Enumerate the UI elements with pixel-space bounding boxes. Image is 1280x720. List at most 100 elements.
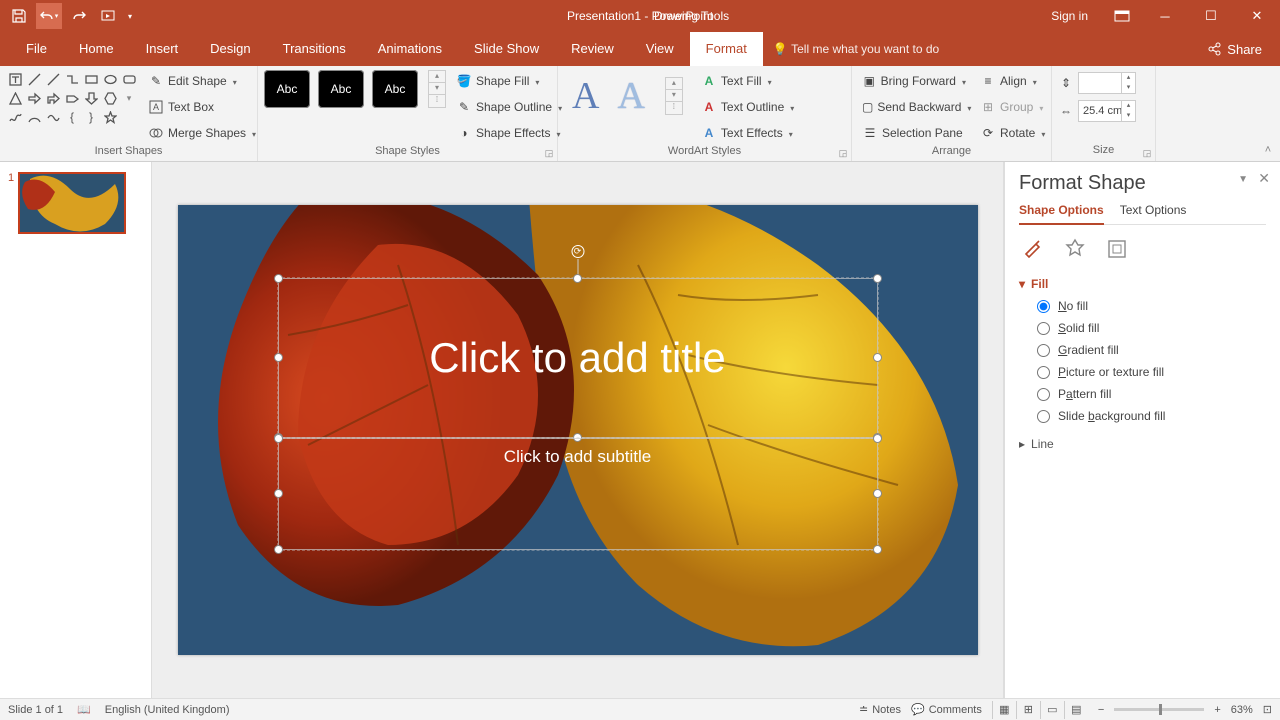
rotation-handle[interactable]: ⟳ — [571, 245, 584, 258]
handle-ml[interactable] — [274, 489, 283, 498]
shape-wave-icon[interactable] — [44, 108, 62, 126]
shape-style-gallery[interactable]: Abc Abc Abc ▴▾⁞ — [264, 70, 446, 108]
wordart-gallery-nav[interactable]: ▴▾⁞ — [665, 77, 683, 115]
tab-review[interactable]: Review — [555, 32, 630, 66]
normal-view-button[interactable]: ▦ — [992, 701, 1016, 719]
picture-fill-option[interactable]: Picture or texture fill — [1037, 365, 1266, 379]
spell-check-icon[interactable]: 📖 — [77, 703, 91, 716]
sign-in-link[interactable]: Sign in — [1051, 9, 1088, 23]
wordart-gallery[interactable]: A A ▴▾⁞ — [564, 70, 691, 122]
wordart-preset-1[interactable]: A — [572, 74, 599, 118]
handle-mr[interactable] — [873, 353, 882, 362]
tab-format[interactable]: Format — [690, 32, 763, 66]
tab-home[interactable]: Home — [63, 32, 130, 66]
reading-view-button[interactable]: ▭ — [1040, 701, 1064, 719]
shape-effects-button[interactable]: ◑Shape Effects — [452, 122, 566, 144]
text-effects-button[interactable]: AText Effects — [697, 122, 798, 144]
width-input[interactable]: 25.4 cm▴▾ — [1078, 100, 1136, 122]
shape-arrow-turn-icon[interactable] — [44, 89, 62, 107]
zoom-in-button[interactable]: + — [1214, 704, 1220, 716]
subtitle-placeholder[interactable]: Click to add subtitle — [278, 438, 878, 550]
shape-styles-launcher[interactable]: ◲ — [543, 147, 555, 159]
pane-options[interactable]: ▼ — [1238, 174, 1248, 185]
fill-section-header[interactable]: ▾ Fill — [1019, 277, 1266, 291]
selection-pane-button[interactable]: ☰Selection Pane — [858, 122, 970, 144]
shape-fill-button[interactable]: 🪣Shape Fill — [452, 70, 566, 92]
handle-bl[interactable] — [274, 545, 283, 554]
text-box-button[interactable]: AText Box — [144, 96, 260, 118]
shape-line-icon[interactable] — [25, 70, 43, 88]
shape-roundrect-icon[interactable] — [120, 70, 138, 88]
handle-tl[interactable] — [274, 274, 283, 283]
height-input[interactable]: ▴▾ — [1078, 72, 1136, 94]
size-launcher[interactable]: ◲ — [1141, 147, 1153, 159]
language-indicator[interactable]: English (United Kingdom) — [105, 704, 230, 716]
shape-brace-left-icon[interactable]: { — [63, 108, 81, 126]
shapes-gallery[interactable]: ▾ { } — [6, 70, 138, 126]
tell-me-search[interactable]: 💡 Tell me what you want to do — [773, 42, 939, 56]
wordart-launcher[interactable]: ◲ — [837, 147, 849, 159]
handle-br[interactable] — [873, 545, 882, 554]
maximize-button[interactable]: ☐ — [1188, 0, 1234, 32]
line-section-header[interactable]: ▸ Line — [1019, 437, 1266, 451]
shape-arc-icon[interactable] — [25, 108, 43, 126]
wordart-preset-2[interactable]: A — [617, 74, 644, 118]
undo-button[interactable]: ▾ — [36, 3, 62, 29]
tab-transitions[interactable]: Transitions — [267, 32, 362, 66]
tab-file[interactable]: File — [10, 32, 63, 66]
tab-insert[interactable]: Insert — [130, 32, 195, 66]
slideshow-view-button[interactable]: ▤ — [1064, 701, 1088, 719]
pane-tab-text-options[interactable]: Text Options — [1120, 203, 1187, 224]
shape-triangle-icon[interactable] — [6, 89, 24, 107]
slide-bg-fill-option[interactable]: Slide background fill — [1037, 409, 1266, 423]
send-backward-button[interactable]: ▢Send Backward — [858, 96, 970, 118]
handle-mr[interactable] — [873, 489, 882, 498]
shape-style-preset-1[interactable]: Abc — [264, 70, 310, 108]
start-from-beginning-button[interactable] — [96, 3, 122, 29]
handle-tl[interactable] — [274, 434, 283, 443]
zoom-level[interactable]: 63% — [1231, 704, 1253, 716]
solid-fill-option[interactable]: Solid fill — [1037, 321, 1266, 335]
collapse-ribbon[interactable]: ˄ — [1260, 142, 1276, 158]
share-button[interactable]: Share — [1195, 32, 1274, 66]
tab-slideshow[interactable]: Slide Show — [458, 32, 555, 66]
shape-arrow-block-icon[interactable] — [63, 89, 81, 107]
save-icon[interactable] — [6, 3, 32, 29]
close-button[interactable]: ✕ — [1234, 0, 1280, 32]
shape-style-gallery-nav[interactable]: ▴▾⁞ — [428, 70, 446, 108]
title-text[interactable]: Click to add title — [429, 334, 725, 382]
bring-forward-button[interactable]: ▣Bring Forward — [858, 70, 970, 92]
shape-textbox-icon[interactable] — [6, 70, 24, 88]
shape-arrow-down-icon[interactable] — [82, 89, 100, 107]
shape-expand-icon[interactable]: ▾ — [120, 89, 138, 107]
rotate-button[interactable]: ⟳Rotate — [976, 122, 1049, 144]
pane-tab-shape-options[interactable]: Shape Options — [1019, 203, 1104, 225]
shape-style-preset-2[interactable]: Abc — [318, 70, 364, 108]
handle-tc[interactable] — [573, 274, 582, 283]
text-outline-button[interactable]: AText Outline — [697, 96, 798, 118]
redo-button[interactable] — [66, 3, 92, 29]
pattern-fill-option[interactable]: Pattern fill — [1037, 387, 1266, 401]
fit-to-window-button[interactable]: ⊡ — [1263, 703, 1272, 716]
group-button[interactable]: ⊞Group — [976, 96, 1049, 118]
tab-animations[interactable]: Animations — [362, 32, 458, 66]
zoom-slider[interactable] — [1114, 708, 1204, 711]
slide-thumbnail-1[interactable]: 1 — [8, 172, 143, 234]
gradient-fill-option[interactable]: Gradient fill — [1037, 343, 1266, 357]
text-fill-button[interactable]: AText Fill — [697, 70, 798, 92]
no-fill-option[interactable]: No fill — [1037, 299, 1266, 313]
tab-view[interactable]: View — [630, 32, 690, 66]
shape-connector-icon[interactable] — [63, 70, 81, 88]
tab-design[interactable]: Design — [194, 32, 266, 66]
shape-style-preset-3[interactable]: Abc — [372, 70, 418, 108]
size-properties-icon[interactable] — [1103, 235, 1131, 263]
shape-brace-right-icon[interactable]: } — [82, 108, 100, 126]
effects-category-icon[interactable] — [1061, 235, 1089, 263]
subtitle-text[interactable]: Click to add subtitle — [504, 447, 651, 467]
fill-line-icon[interactable] — [1019, 235, 1047, 263]
handle-tr[interactable] — [873, 434, 882, 443]
merge-shapes-button[interactable]: Merge Shapes — [144, 122, 260, 144]
sorter-view-button[interactable]: ⊞ — [1016, 701, 1040, 719]
slide-indicator[interactable]: Slide 1 of 1 — [8, 704, 63, 716]
edit-shape-button[interactable]: ✎Edit Shape — [144, 70, 260, 92]
